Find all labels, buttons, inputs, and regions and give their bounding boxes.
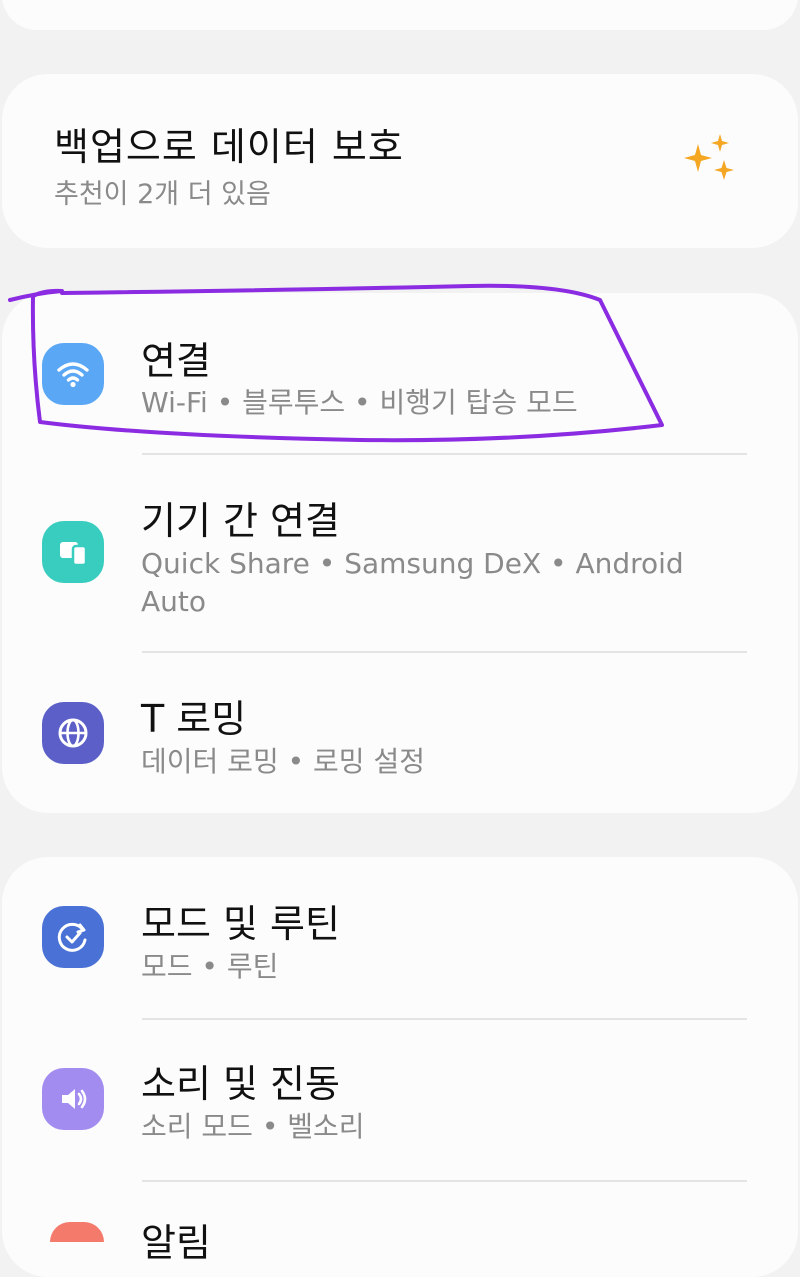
globe-icon bbox=[42, 702, 104, 764]
settings-item-title: 알림 bbox=[141, 1221, 211, 1265]
settings-item-subtitle: Wi-Fi • 블루투스 • 비행기 탑승 모드 bbox=[141, 386, 578, 419]
speaker-icon bbox=[42, 1068, 104, 1130]
wifi-icon bbox=[42, 343, 104, 405]
settings-item-sound-vibration[interactable] bbox=[2, 1020, 798, 1180]
settings-item-connections[interactable] bbox=[2, 300, 798, 450]
modes-routines-icon bbox=[42, 906, 104, 968]
settings-item-title: 소리 및 진동 bbox=[141, 1062, 340, 1106]
settings-item-subtitle: 데이터 로밍 • 로밍 설정 bbox=[141, 745, 425, 778]
sparkle-icon bbox=[684, 134, 734, 180]
settings-item-title: 기기 간 연결 bbox=[141, 499, 340, 543]
settings-item-notifications[interactable] bbox=[2, 1182, 798, 1233]
previous-card bbox=[2, 0, 798, 30]
settings-item-title: 모드 및 루틴 bbox=[141, 902, 340, 946]
settings-item-title: T 로밍 bbox=[141, 697, 247, 741]
backup-subtitle: 추천이 2개 더 있음 bbox=[54, 179, 271, 210]
settings-item-t-roaming[interactable] bbox=[2, 653, 798, 813]
notification-icon bbox=[50, 1222, 104, 1242]
settings-item-modes-routines[interactable] bbox=[2, 860, 798, 1018]
settings-item-subtitle: Quick Share • Samsung DeX • Android Auto bbox=[141, 547, 684, 618]
backup-title: 백업으로 데이터 보호 bbox=[54, 125, 404, 169]
settings-item-subtitle: 소리 모드 • 벨소리 bbox=[141, 1110, 365, 1143]
settings-item-subtitle: 모드 • 루틴 bbox=[141, 950, 279, 983]
settings-item-title: 연결 bbox=[141, 339, 211, 383]
devices-icon bbox=[42, 521, 104, 583]
